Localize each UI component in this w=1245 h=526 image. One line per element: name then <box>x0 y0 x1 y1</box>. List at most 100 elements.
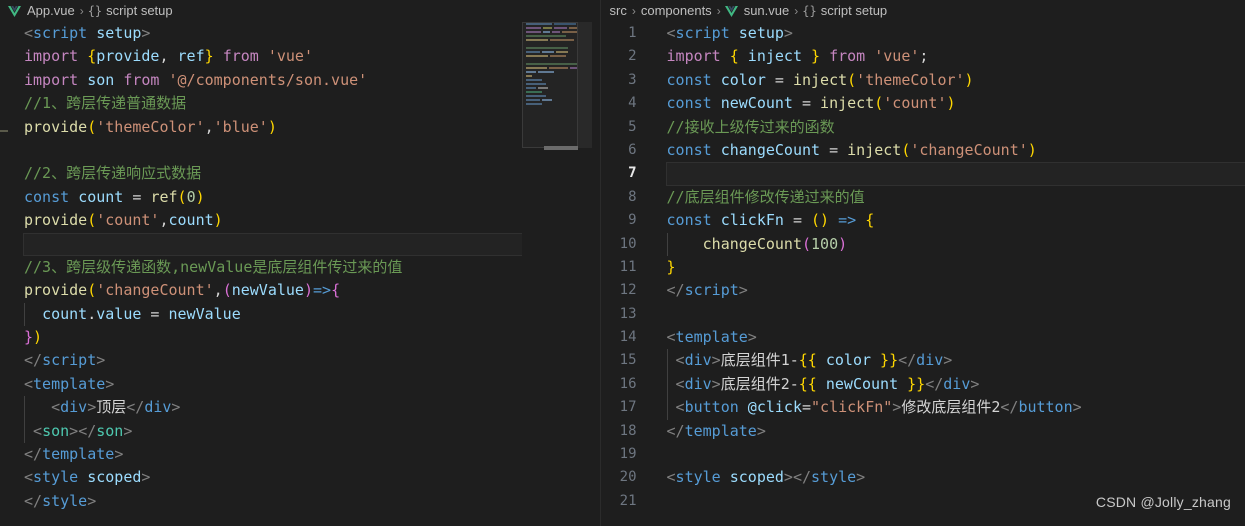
code-token: button <box>1018 398 1073 417</box>
code-token: < <box>24 24 34 42</box>
code-token: import <box>24 47 79 66</box>
code-line[interactable]: <button @click="clickFn">修改底层组件2</button… <box>666 396 1082 420</box>
horizontal-scrollbar-thumb[interactable] <box>543 146 578 150</box>
minimap-slider[interactable] <box>521 22 578 148</box>
code-token: color <box>825 351 872 370</box>
code-line[interactable]: provide('count',count) <box>24 209 402 232</box>
code-token: < <box>51 398 61 417</box>
code-line[interactable] <box>665 162 1245 187</box>
code-line[interactable]: <div>底层组件2-{{ newCount }}</div> <box>666 372 1082 397</box>
code-area-left[interactable]: <script setup> import {provide, ref} from… <box>0 22 600 526</box>
code-token: from <box>829 47 866 66</box>
code-line[interactable] <box>667 303 1082 326</box>
code-line[interactable]: const color = inject('themeColor') <box>667 69 1082 92</box>
code-token: > <box>69 421 79 440</box>
code-line[interactable]: const count = ref(0) <box>24 186 402 209</box>
code-token: }} <box>907 374 926 393</box>
code-token: ) <box>267 117 277 136</box>
code-line[interactable]: import { inject } from 'vue'; <box>667 45 1082 68</box>
code-area-right[interactable]: 1 2 3 4 5 6 7 8 9 10 11 12 13 14 15 16 17 18 19 20 21 <scrip… <box>601 22 1245 526</box>
code-token: ref <box>177 47 205 66</box>
code-token: newValue <box>231 281 304 300</box>
code-token: </ <box>126 398 145 417</box>
code-line[interactable]: </template> <box>667 420 1082 443</box>
code-line[interactable]: count.value = newValue <box>24 302 402 327</box>
code-line[interactable]: changeCount(100) <box>666 232 1082 256</box>
code-line[interactable]: }) <box>24 326 402 349</box>
breadcrumb-folder-components[interactable]: components <box>640 0 713 22</box>
code-line[interactable]: </script> <box>667 279 1082 302</box>
editor-pane-left: App.vue › {} script setup <script setup>… <box>0 0 600 526</box>
code-line[interactable]: <style scoped> <box>24 466 402 489</box>
code-line[interactable] <box>667 490 1082 513</box>
code-line[interactable] <box>22 232 526 257</box>
breadcrumb-separator: › <box>716 4 721 18</box>
breadcrumb-symbol-right[interactable]: script setup <box>820 0 888 22</box>
code-token: const <box>666 94 712 113</box>
code-line[interactable]: </template> <box>24 443 402 466</box>
code-line[interactable]: //3、跨层级传递函数,newValue是底层组件传过来的值 <box>24 256 402 279</box>
code-token: > <box>87 398 97 417</box>
code-token: </ <box>792 468 812 487</box>
code-line[interactable]: provide('changeCount',(newValue)=>{ <box>24 279 402 302</box>
breadcrumb-file-left[interactable]: App.vue <box>26 0 76 22</box>
vertical-scrollbar-thumb[interactable] <box>577 22 592 148</box>
code-token: const <box>666 70 712 89</box>
code-line[interactable]: <div>顶层</div> <box>24 396 402 420</box>
breadcrumb-symbol-left[interactable]: script setup <box>105 0 173 22</box>
code-line[interactable]: } <box>667 256 1082 279</box>
breadcrumb-left[interactable]: App.vue › {} script setup <box>0 0 600 22</box>
code-token: div <box>916 351 944 370</box>
code-line[interactable]: //1、跨层传递普通数据 <box>24 92 402 115</box>
vertical-scrollbar-left[interactable] <box>577 22 592 526</box>
code-line[interactable]: <template> <box>667 326 1082 349</box>
code-token: ref <box>150 187 178 206</box>
code-line[interactable]: const clickFn = () => { <box>667 209 1082 232</box>
code-line[interactable]: <script setup> <box>667 22 1082 45</box>
code-lines-right[interactable]: <script setup> import { inject } from 'vu… <box>665 22 1245 526</box>
code-line[interactable]: import son from '@/components/son.vue' <box>24 69 402 92</box>
code-token: newValue <box>168 304 241 323</box>
code-token: ( <box>874 94 884 113</box>
code-line[interactable]: const changeCount = inject('changeCount'… <box>667 139 1082 162</box>
code-line[interactable]: //接收上级传过来的函数 <box>667 116 1082 139</box>
code-token: </ <box>24 445 43 464</box>
code-line[interactable]: //2、跨层传递响应式数据 <box>24 162 402 185</box>
code-token: </ <box>666 281 685 300</box>
code-token: { <box>729 47 739 66</box>
code-token: < <box>24 374 34 393</box>
code-line[interactable]: <script setup> <box>24 22 402 45</box>
code-line[interactable]: provide('themeColor','blue') <box>24 116 402 139</box>
code-line[interactable]: </script> <box>24 349 402 372</box>
code-line[interactable]: <style scoped></style> <box>667 466 1082 489</box>
code-line[interactable] <box>667 443 1082 466</box>
code-line[interactable]: <div>底层组件1-{{ color }}</div> <box>666 349 1082 373</box>
minimap-left[interactable] <box>521 22 578 526</box>
line-number: 21 <box>619 492 637 509</box>
code-token: 修改底层组件2 <box>901 398 1001 417</box>
code-token: ( <box>87 211 97 230</box>
code-token: = <box>765 70 793 89</box>
code-token: 0 <box>186 187 196 206</box>
breadcrumb-file-right[interactable]: sun.vue <box>743 0 791 22</box>
code-token: ( <box>177 187 187 206</box>
code-line[interactable] <box>24 139 402 162</box>
code-token: script <box>675 24 730 42</box>
code-line[interactable]: <son></son> <box>24 419 402 444</box>
breadcrumb-folder-src[interactable]: src <box>609 0 628 22</box>
code-line[interactable]: const newCount = inject('count') <box>667 92 1082 115</box>
breadcrumb-right[interactable]: src › components › sun.vue › {} script s… <box>600 0 1245 22</box>
code-line[interactable]: <template> <box>24 373 402 396</box>
scroll-decoration-mark <box>0 130 8 132</box>
code-line[interactable]: import {provide, ref} from 'vue' <box>24 45 402 68</box>
code-lines-left[interactable]: <script setup> import {provide, ref} from… <box>22 22 526 526</box>
line-number: 9 <box>628 212 637 229</box>
code-line[interactable]: //底层组件修改传递过来的值 <box>667 186 1082 209</box>
code-token: > <box>711 351 721 370</box>
code-line[interactable]: </style> <box>24 490 402 513</box>
code-token: inject <box>747 47 802 66</box>
